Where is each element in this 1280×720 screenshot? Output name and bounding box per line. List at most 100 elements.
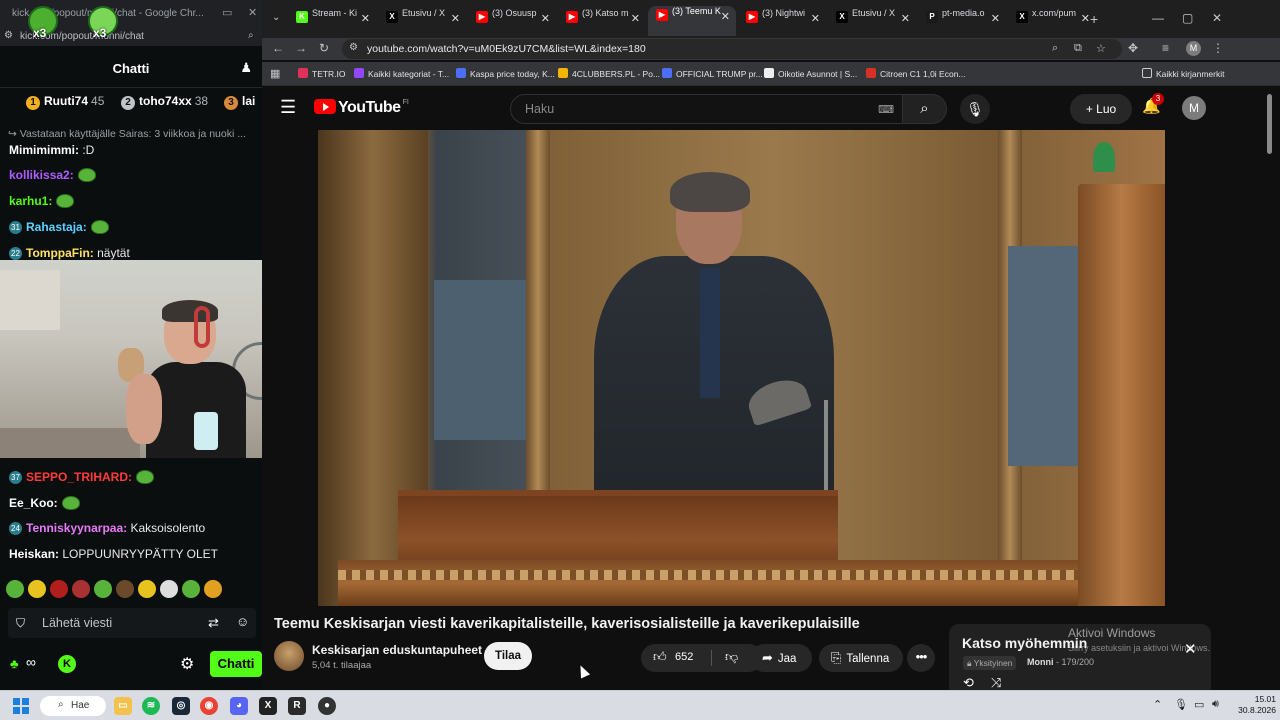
reload-icon[interactable]: ↻ — [319, 41, 329, 55]
address-bar[interactable]: ⚙ youtube.com/watch?v=uM0Ek9zU7CM&list=W… — [342, 39, 1122, 59]
hamburger-menu-icon[interactable]: ☰ — [280, 97, 296, 118]
kick-logo-icon[interactable]: K — [58, 655, 76, 673]
browser-tab[interactable]: ▶ (3) Osuusp ✕ — [468, 8, 556, 34]
gear-icon[interactable]: ⚙ — [180, 654, 194, 674]
emoji-icon[interactable]: ☺ — [236, 614, 249, 629]
bookmark-star-icon[interactable]: ☆ — [1096, 42, 1106, 55]
bookmark-item[interactable]: Kaspa price today, K... — [456, 68, 555, 79]
profile-avatar[interactable]: M — [1186, 41, 1201, 56]
shield-icon[interactable]: ⛉ — [16, 616, 25, 631]
browser-tab[interactable]: X Etusivu / X ✕ — [828, 8, 916, 34]
browser-tab[interactable]: K Stream - Ki ✕ — [288, 8, 376, 34]
browser-tab[interactable]: Ppt-media.o ✕ — [918, 8, 1006, 34]
tab-close-icon[interactable]: ✕ — [541, 12, 550, 25]
emote-icon[interactable] — [116, 580, 134, 598]
obs-icon[interactable]: ● — [318, 697, 336, 715]
taskbar-clock[interactable]: 15.01 30.8.2026 — [1232, 694, 1276, 716]
emote-icon[interactable] — [94, 580, 112, 598]
tab-close-icon[interactable]: ✕ — [991, 12, 1000, 25]
taskbar-search[interactable]: ⌕ Hae — [40, 696, 106, 716]
file-explorer-icon[interactable]: ▭ — [114, 697, 132, 715]
forward-icon[interactable]: → — [295, 41, 307, 55]
chat-username[interactable]: Heiskan: — [9, 547, 59, 561]
apps-grid-icon[interactable]: ▦ — [270, 67, 280, 80]
bookmark-item[interactable]: 4CLUBBERS.PL - Po... — [558, 68, 660, 79]
emote-icon[interactable] — [72, 580, 90, 598]
youtube-logo[interactable]: YouTube FI — [314, 99, 409, 117]
emote-icon[interactable] — [28, 580, 46, 598]
microphone-icon[interactable]: 🎙︎ — [1174, 698, 1188, 711]
minimize-icon[interactable]: — — [1152, 11, 1164, 25]
page-scrollbar[interactable] — [1266, 90, 1274, 690]
volume-icon[interactable]: 🔊︎ — [1212, 698, 1219, 711]
chat-username[interactable]: karhu1: — [9, 194, 52, 208]
save-button[interactable]: ⎘ Tallenna — [819, 644, 903, 672]
discord-icon[interactable]: ◕ — [230, 697, 248, 715]
tray-expand-icon[interactable]: ⌃ — [1153, 698, 1162, 711]
tab-close-icon[interactable]: ✕ — [631, 12, 640, 25]
site-info-icon[interactable]: ⚙ — [349, 42, 358, 53]
browser-menu-icon[interactable]: ⋮ — [1212, 41, 1224, 55]
chat-message-input[interactable]: ⛉ Lähetä viesti ⇄ ☺ — [8, 608, 256, 638]
keyboard-icon[interactable]: ⌨ — [878, 103, 894, 116]
all-bookmarks[interactable]: Kaikki kirjanmerkit — [1142, 68, 1225, 79]
tab-close-icon[interactable]: ✕ — [1081, 12, 1090, 25]
emote-icon[interactable] — [50, 580, 68, 598]
emote-icon[interactable] — [182, 580, 200, 598]
leaderboard-entry[interactable]: 1 Ruuti74 45 — [26, 94, 104, 110]
windows-start-icon[interactable] — [13, 698, 29, 714]
share-button[interactable]: ➦ Jaa — [750, 644, 812, 672]
emote-icon[interactable] — [138, 580, 156, 598]
emote-icon[interactable] — [6, 580, 24, 598]
tab-close-icon[interactable]: ✕ — [901, 12, 910, 25]
tab-close-icon[interactable]: ✕ — [811, 12, 820, 25]
zoom-icon[interactable]: ⌕ — [248, 30, 254, 41]
back-icon[interactable]: ← — [272, 41, 284, 55]
channel-name[interactable]: Keskisarjan eduskuntapuheet — [312, 643, 482, 657]
browser-tab[interactable]: ▶ (3) Nightwi ✕ — [738, 8, 826, 34]
channel-avatar[interactable] — [274, 641, 304, 671]
more-actions-button[interactable]: ••• — [907, 644, 935, 672]
chat-username[interactable]: SEPPO_TRIHARD: — [26, 470, 132, 484]
loop-icon[interactable]: ⟲ — [963, 675, 974, 691]
dislike-icon[interactable]: 👎︎ — [725, 649, 738, 665]
maximize-icon[interactable]: ▢ — [1182, 11, 1193, 25]
video-player[interactable] — [318, 130, 1165, 606]
chat-username[interactable]: kollikissa2: — [9, 168, 74, 182]
like-count[interactable]: 652 — [675, 651, 693, 663]
account-avatar[interactable]: M — [1182, 96, 1206, 120]
tab-close-icon[interactable]: ✕ — [721, 10, 730, 23]
create-button[interactable]: + Luo — [1070, 94, 1132, 124]
bookmark-item[interactable]: Citroen C1 1,0i Econ... — [866, 68, 966, 79]
chat-username[interactable]: TomppaFin: — [26, 246, 94, 260]
zoom-icon[interactable]: ⌕ — [1052, 42, 1058, 55]
like-icon[interactable]: 👍︎ — [653, 649, 667, 665]
media-control-icon[interactable]: ≡ — [1162, 41, 1169, 55]
minimize-icon[interactable]: ▭ — [222, 6, 232, 19]
chat-username[interactable]: Tenniskyynarpaa: — [26, 521, 127, 535]
tab-search-icon[interactable]: ⌄ — [272, 12, 280, 23]
chat-username[interactable]: Ee_Koo: — [9, 496, 58, 510]
bookmark-item[interactable]: OFFICIAL TRUMP pr... — [662, 68, 763, 79]
bookmark-item[interactable]: Kaikki kategoriat - T... — [354, 68, 449, 79]
shuffle-icon[interactable]: ⤨ — [991, 675, 1001, 691]
extensions-icon[interactable]: ✥ — [1128, 41, 1138, 55]
leaderboard-entry[interactable]: 3 lai — [224, 94, 258, 110]
app-icon[interactable]: R — [288, 697, 306, 715]
browser-tab[interactable]: X Etusivu / X ✕ — [378, 8, 466, 34]
tab-close-icon[interactable]: ✕ — [451, 12, 460, 25]
x-app-icon[interactable]: X — [259, 697, 277, 715]
emote-icon[interactable] — [204, 580, 222, 598]
steam-icon[interactable]: ◎ — [172, 697, 190, 715]
voice-search-button[interactable]: 🎙 — [960, 94, 990, 124]
site-settings-icon[interactable]: ⚙ — [4, 30, 13, 41]
bookmark-item[interactable]: TETR.IO — [298, 68, 346, 79]
subscribe-button[interactable]: Tilaa — [484, 642, 532, 670]
chat-send-button[interactable]: Chatti — [210, 651, 262, 677]
bookmark-item[interactable]: Oikotie Asunnot | S... — [764, 68, 857, 79]
close-icon[interactable]: ✕ — [1212, 11, 1222, 25]
network-icon[interactable]: ▭ — [1194, 698, 1204, 711]
translate-icon[interactable]: ⇄ — [208, 615, 219, 631]
leaderboard-entry[interactable]: 2 toho74xx 38 — [121, 94, 208, 110]
search-button[interactable]: ⌕ — [903, 94, 947, 124]
